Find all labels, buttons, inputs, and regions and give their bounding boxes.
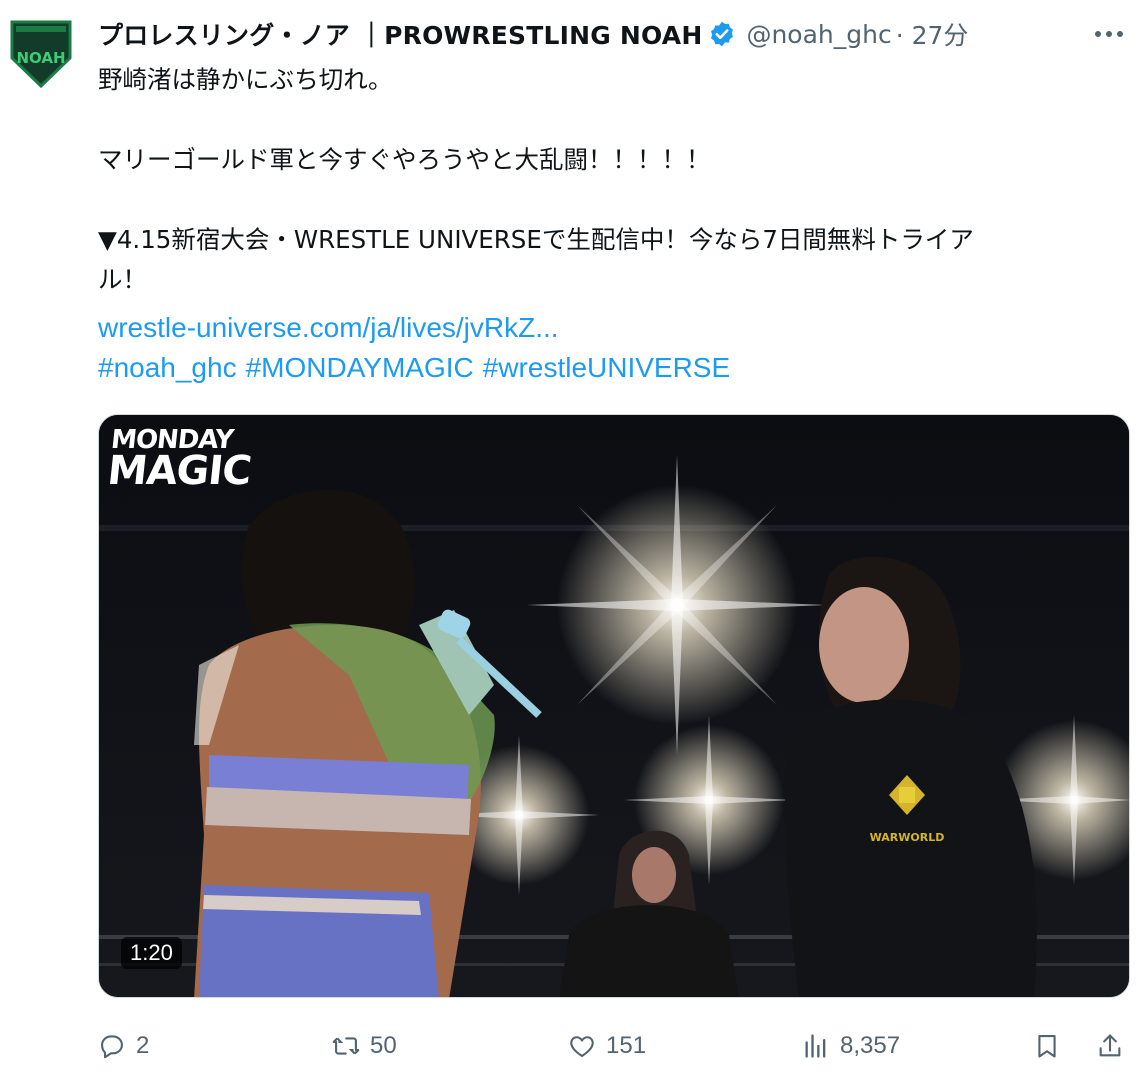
video-duration-badge: 1:20 <box>121 937 182 969</box>
tweet-card: NOAH プロレスリング・ノア ｜PROWRESTLING NOAH @noah… <box>0 0 1143 1076</box>
video-frame-image: WARWORLD <box>99 415 1129 997</box>
watermark-line-2: MAGIC <box>105 447 254 494</box>
monday-magic-watermark: MONDAY MAGIC <box>105 425 255 494</box>
bar-chart-icon <box>805 1034 826 1058</box>
like-count: 151 <box>606 1032 647 1059</box>
share-button[interactable] <box>1096 1026 1134 1066</box>
handle[interactable]: @noah_ghc <box>746 20 891 49</box>
heart-icon <box>570 1036 594 1057</box>
retweet-icon <box>332 1037 360 1055</box>
hashtag-list: #noah_ghc #MONDAYMAGIC #wrestleUNIVERSE <box>98 348 739 388</box>
tweet-link[interactable]: wrestle-universe.com/ja/lives/jvRkZ... <box>98 308 559 348</box>
tweet-text: 野崎渚は静かにぶち切れ。 マリーゴールド軍と今すぐやろうやと大乱闘！！！！！ ▼… <box>98 65 974 294</box>
hashtag-link[interactable]: #wrestleUNIVERSE <box>483 352 730 383</box>
reply-button[interactable]: 2 <box>98 1026 149 1066</box>
bookmark-button[interactable] <box>1033 1026 1071 1066</box>
views-button[interactable]: 8,357 <box>802 1026 900 1066</box>
jacket-logo-text: WARWORLD <box>870 831 945 844</box>
avatar-logo-text: NOAH <box>16 49 65 67</box>
share-icon <box>1099 1034 1121 1057</box>
bookmark-icon <box>1038 1035 1056 1058</box>
action-bar: 2 50 151 8,357 <box>98 1026 1138 1066</box>
verified-badge-icon <box>708 20 736 48</box>
retweet-button[interactable]: 50 <box>332 1026 397 1066</box>
avatar[interactable]: NOAH <box>6 14 76 90</box>
reply-icon <box>101 1035 123 1059</box>
like-button[interactable]: 151 <box>568 1026 646 1066</box>
display-name[interactable]: プロレスリング・ノア ｜PROWRESTLING NOAH <box>98 16 702 52</box>
more-options-icon[interactable] <box>1089 14 1129 54</box>
tweet-header: プロレスリング・ノア ｜PROWRESTLING NOAH @noah_ghc … <box>98 14 968 54</box>
view-count: 8,357 <box>840 1032 901 1059</box>
hashtag-link[interactable]: #noah_ghc <box>98 352 237 383</box>
video-player[interactable]: WARWORLD MONDAY MAGIC 1:20 <box>98 414 1130 998</box>
retweet-count: 50 <box>370 1032 397 1059</box>
hashtag-link[interactable]: #MONDAYMAGIC <box>246 352 474 383</box>
timestamp[interactable]: · 27分 <box>896 16 969 52</box>
reply-count: 2 <box>136 1032 150 1059</box>
